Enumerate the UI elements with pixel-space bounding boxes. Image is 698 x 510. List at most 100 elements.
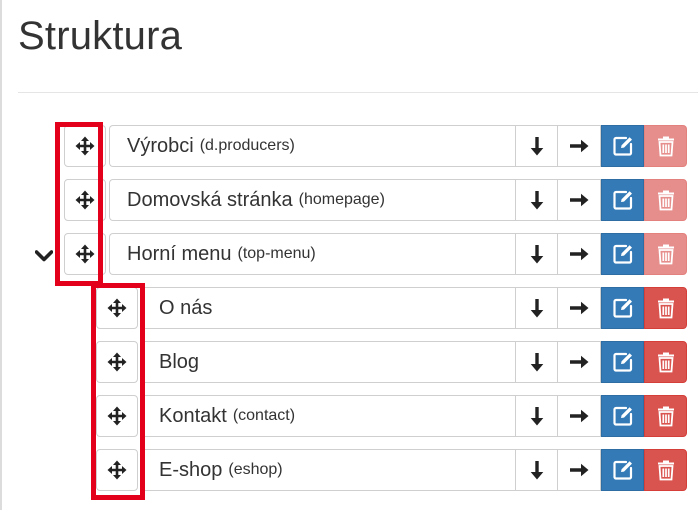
- trash-icon: [657, 297, 675, 319]
- trash-icon: [657, 459, 675, 481]
- move-down-button[interactable]: [515, 287, 558, 329]
- move-arrows-icon: [75, 190, 95, 210]
- arrow-right-icon: [569, 408, 589, 424]
- move-arrows-icon: [107, 460, 127, 480]
- arrow-down-icon: [529, 298, 545, 318]
- arrow-down-icon: [529, 190, 545, 210]
- indent-button[interactable]: [558, 179, 601, 221]
- arrow-down-icon: [529, 460, 545, 480]
- arrow-right-icon: [569, 246, 589, 262]
- arrow-right-icon: [569, 138, 589, 154]
- delete-button[interactable]: [644, 125, 687, 167]
- item-code: (top-menu): [237, 245, 316, 262]
- edit-button[interactable]: [601, 449, 644, 491]
- trash-icon: [657, 135, 675, 157]
- indent-button[interactable]: [558, 287, 601, 329]
- item-name: Blog: [159, 350, 200, 373]
- trash-icon: [657, 405, 675, 427]
- item-code: (d.producers): [199, 137, 295, 154]
- arrow-right-icon: [569, 300, 589, 316]
- delete-button[interactable]: [644, 449, 687, 491]
- move-down-button[interactable]: [515, 179, 558, 221]
- drag-handle[interactable]: [64, 179, 106, 221]
- item-label-box: Výrobci (d.producers): [109, 125, 515, 167]
- indent-button[interactable]: [558, 341, 601, 383]
- list-item: Horní menu (top-menu): [64, 233, 687, 277]
- edit-button[interactable]: [601, 179, 644, 221]
- trash-icon: [657, 351, 675, 373]
- edit-button[interactable]: [601, 233, 644, 275]
- item-code: (eshop): [228, 461, 283, 478]
- indent-button[interactable]: [558, 125, 601, 167]
- delete-button[interactable]: [644, 233, 687, 275]
- trash-icon: [657, 189, 675, 211]
- item-label-box: Blog: [141, 341, 515, 383]
- item-label-box: O nás: [141, 287, 515, 329]
- item-name: O nás: [159, 296, 213, 319]
- edit-icon: [612, 135, 634, 157]
- indent-button[interactable]: [558, 233, 601, 275]
- move-arrows-icon: [107, 406, 127, 426]
- item-name: E-shop: [159, 458, 223, 481]
- list-item: Kontakt (contact): [96, 395, 687, 439]
- edit-icon: [612, 189, 634, 211]
- edit-icon: [612, 297, 634, 319]
- drag-handle[interactable]: [96, 395, 138, 437]
- move-down-button[interactable]: [515, 125, 558, 167]
- edit-button[interactable]: [601, 395, 644, 437]
- arrow-down-icon: [529, 244, 545, 264]
- move-arrows-icon: [107, 352, 127, 372]
- item-name: Domovská stránka: [127, 188, 293, 211]
- move-down-button[interactable]: [515, 233, 558, 275]
- edit-button[interactable]: [601, 125, 644, 167]
- move-arrows-icon: [75, 136, 95, 156]
- drag-handle[interactable]: [64, 233, 106, 275]
- drag-handle[interactable]: [96, 449, 138, 491]
- arrow-down-icon: [529, 136, 545, 156]
- move-arrows-icon: [107, 298, 127, 318]
- edit-button[interactable]: [601, 287, 644, 329]
- list-item: O nás: [96, 287, 687, 331]
- edit-icon: [612, 351, 634, 373]
- left-border: [0, 0, 2, 510]
- indent-button[interactable]: [558, 449, 601, 491]
- list-item: Blog: [96, 341, 687, 385]
- list-item: E-shop (eshop): [96, 449, 687, 493]
- item-label-box: Domovská stránka (homepage): [109, 179, 515, 221]
- item-name: Kontakt: [159, 404, 227, 427]
- title-divider: [18, 92, 698, 93]
- move-arrows-icon: [75, 244, 95, 264]
- edit-icon: [612, 405, 634, 427]
- delete-button[interactable]: [644, 341, 687, 383]
- item-label-box: E-shop (eshop): [141, 449, 515, 491]
- move-down-button[interactable]: [515, 395, 558, 437]
- edit-button[interactable]: [601, 341, 644, 383]
- list-item: Domovská stránka (homepage): [64, 179, 687, 223]
- arrow-down-icon: [529, 352, 545, 372]
- delete-button[interactable]: [644, 179, 687, 221]
- move-down-button[interactable]: [515, 449, 558, 491]
- delete-button[interactable]: [644, 395, 687, 437]
- arrow-right-icon: [569, 462, 589, 478]
- edit-icon: [612, 459, 634, 481]
- arrow-right-icon: [569, 192, 589, 208]
- edit-icon: [612, 243, 634, 265]
- delete-button[interactable]: [644, 287, 687, 329]
- move-down-button[interactable]: [515, 341, 558, 383]
- indent-button[interactable]: [558, 395, 601, 437]
- page-title: Struktura: [18, 14, 183, 58]
- item-code: (homepage): [298, 191, 385, 208]
- drag-handle[interactable]: [64, 125, 106, 167]
- drag-handle[interactable]: [96, 341, 138, 383]
- trash-icon: [657, 243, 675, 265]
- item-label-box: Horní menu (top-menu): [109, 233, 515, 275]
- chevron-down-icon[interactable]: [34, 246, 54, 266]
- item-code: (contact): [232, 407, 296, 424]
- arrow-right-icon: [569, 354, 589, 370]
- item-name: Horní menu: [127, 242, 232, 265]
- item-label-box: Kontakt (contact): [141, 395, 515, 437]
- item-name: Výrobci: [127, 134, 194, 157]
- arrow-down-icon: [529, 406, 545, 426]
- list-item: Výrobci (d.producers): [64, 125, 687, 169]
- drag-handle[interactable]: [96, 287, 138, 329]
